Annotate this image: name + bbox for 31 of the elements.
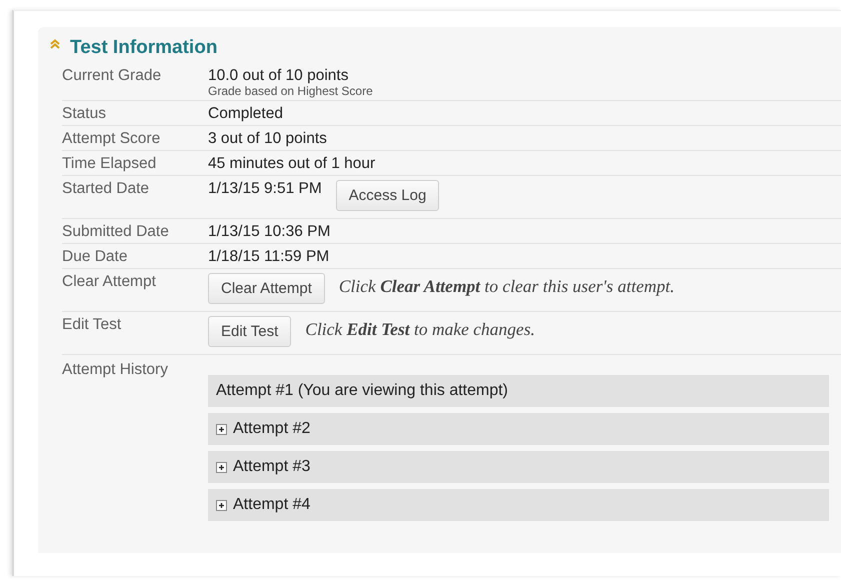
field-value: 1/13/15 9:51 PM [208,179,322,198]
attempt-item[interactable]: Attempt #1 (You are viewing this attempt) [208,375,829,407]
field-value: 1/13/15 10:36 PM [208,222,330,241]
attempt-item[interactable]: Attempt #3 [208,451,829,483]
field-label: Due Date [62,247,128,266]
field-label: Started Date [62,179,150,199]
field-label: Status [62,104,107,123]
field-value: 3 out of 10 points [208,129,327,148]
action-button[interactable]: Access Log [336,180,440,211]
attempt-item[interactable]: Attempt #4 [208,489,829,521]
help-text: Click Clear Attempt to clear this user's attempt. [338,275,674,296]
help-text: Click Edit Test to make changes. [305,318,536,339]
attempt-item[interactable]: Attempt #2 [208,413,829,445]
field-value: 1/18/15 11:59 PM [208,247,330,266]
action-button[interactable]: Edit Test [208,316,292,347]
field-value: 45 minutes out of 1 hour [208,154,376,173]
action-button[interactable]: Clear Attempt [208,273,325,304]
field-value: Completed [208,104,283,123]
field-subtext: Grade based on Highest Score [208,85,373,98]
expand-icon[interactable] [216,424,227,434]
expand-icon[interactable] [216,462,227,472]
field-label: Attempt Score [62,129,162,148]
panel-title: Test Information [70,37,218,59]
field-label: Time Elapsed [62,154,158,173]
field-label: Clear Attempt [62,272,157,292]
expand-icon[interactable] [216,500,227,510]
field-value: 10.0 out of 10 points [208,66,350,85]
field-label: Edit Test [62,315,122,335]
field-label: Attempt History [62,361,169,380]
field-label: Submitted Date [62,222,170,241]
field-label: Current Grade [62,66,162,86]
